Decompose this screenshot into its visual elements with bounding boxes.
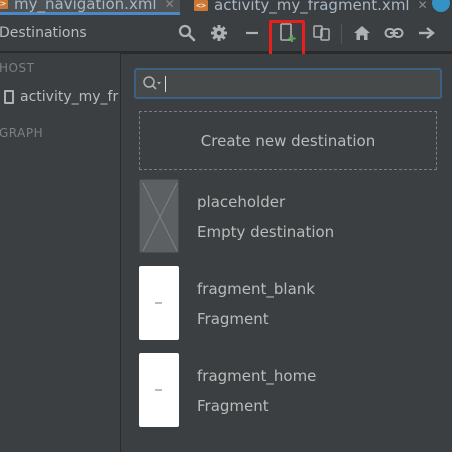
destinations-toolbar: Destinations: [0, 15, 452, 58]
fragment-thumbnail: [139, 266, 179, 340]
tab-activity-my-fragment[interactable]: <> activity_my_fragment.xml ✕: [186, 0, 430, 15]
highlight-annotation: [269, 20, 305, 58]
host-item-label: activity_my_fr: [20, 89, 119, 105]
close-icon[interactable]: ✕: [165, 0, 175, 11]
destination-search-field[interactable]: [134, 68, 442, 99]
link-icon[interactable]: [382, 21, 406, 45]
destination-name: fragment_blank: [197, 280, 315, 298]
destination-item-fragment-home[interactable]: fragment_home Fragment: [121, 353, 452, 429]
overflow-tab-icon[interactable]: [432, 0, 450, 12]
search-icon: [142, 75, 161, 93]
destination-item-fragment-blank[interactable]: fragment_blank Fragment: [121, 266, 452, 342]
toolbar-divider: [341, 24, 342, 44]
minus-icon[interactable]: [240, 21, 264, 45]
arrow-right-icon[interactable]: [414, 21, 438, 45]
home-icon[interactable]: [350, 21, 374, 45]
tab-label: activity_my_fragment.xml: [214, 0, 410, 14]
xml-file-icon: <>: [194, 0, 208, 11]
create-button-label: Create new destination: [200, 131, 376, 150]
text-caret: [165, 76, 166, 92]
destination-type: Fragment: [197, 397, 269, 415]
fragment-thumbnail: [139, 353, 179, 427]
destination-item-placeholder[interactable]: placeholder Empty destination: [121, 179, 452, 255]
gear-icon[interactable]: [207, 21, 231, 45]
tab-label: my_navigation.xml: [14, 0, 157, 13]
nested-graph-icon[interactable]: [310, 21, 334, 45]
graph-section-label: GRAPH: [0, 126, 44, 140]
close-icon[interactable]: ✕: [418, 0, 428, 12]
host-item[interactable]: activity_my_fr: [0, 86, 120, 108]
create-new-destination-button[interactable]: Create new destination: [139, 111, 437, 170]
host-section-label: HOST: [0, 61, 35, 75]
xml-file-icon: <>: [0, 0, 8, 9]
tab-my-navigation[interactable]: <> my_navigation.xml ✕: [0, 0, 180, 15]
activity-icon: [4, 90, 14, 104]
placeholder-thumbnail: [139, 179, 179, 253]
destination-type: Fragment: [197, 310, 269, 328]
panel-title: Destinations: [0, 25, 87, 41]
search-icon[interactable]: [175, 21, 199, 45]
destination-type: Empty destination: [197, 223, 335, 241]
editor-tab-bar: <> my_navigation.xml ✕ <> activity_my_fr…: [0, 0, 452, 15]
destinations-list-panel: HOST activity_my_fr GRAPH: [0, 53, 120, 452]
destination-name: fragment_home: [197, 367, 317, 385]
new-destination-popup: Create new destination placeholder Empty…: [120, 54, 452, 452]
destination-name: placeholder: [197, 193, 286, 211]
